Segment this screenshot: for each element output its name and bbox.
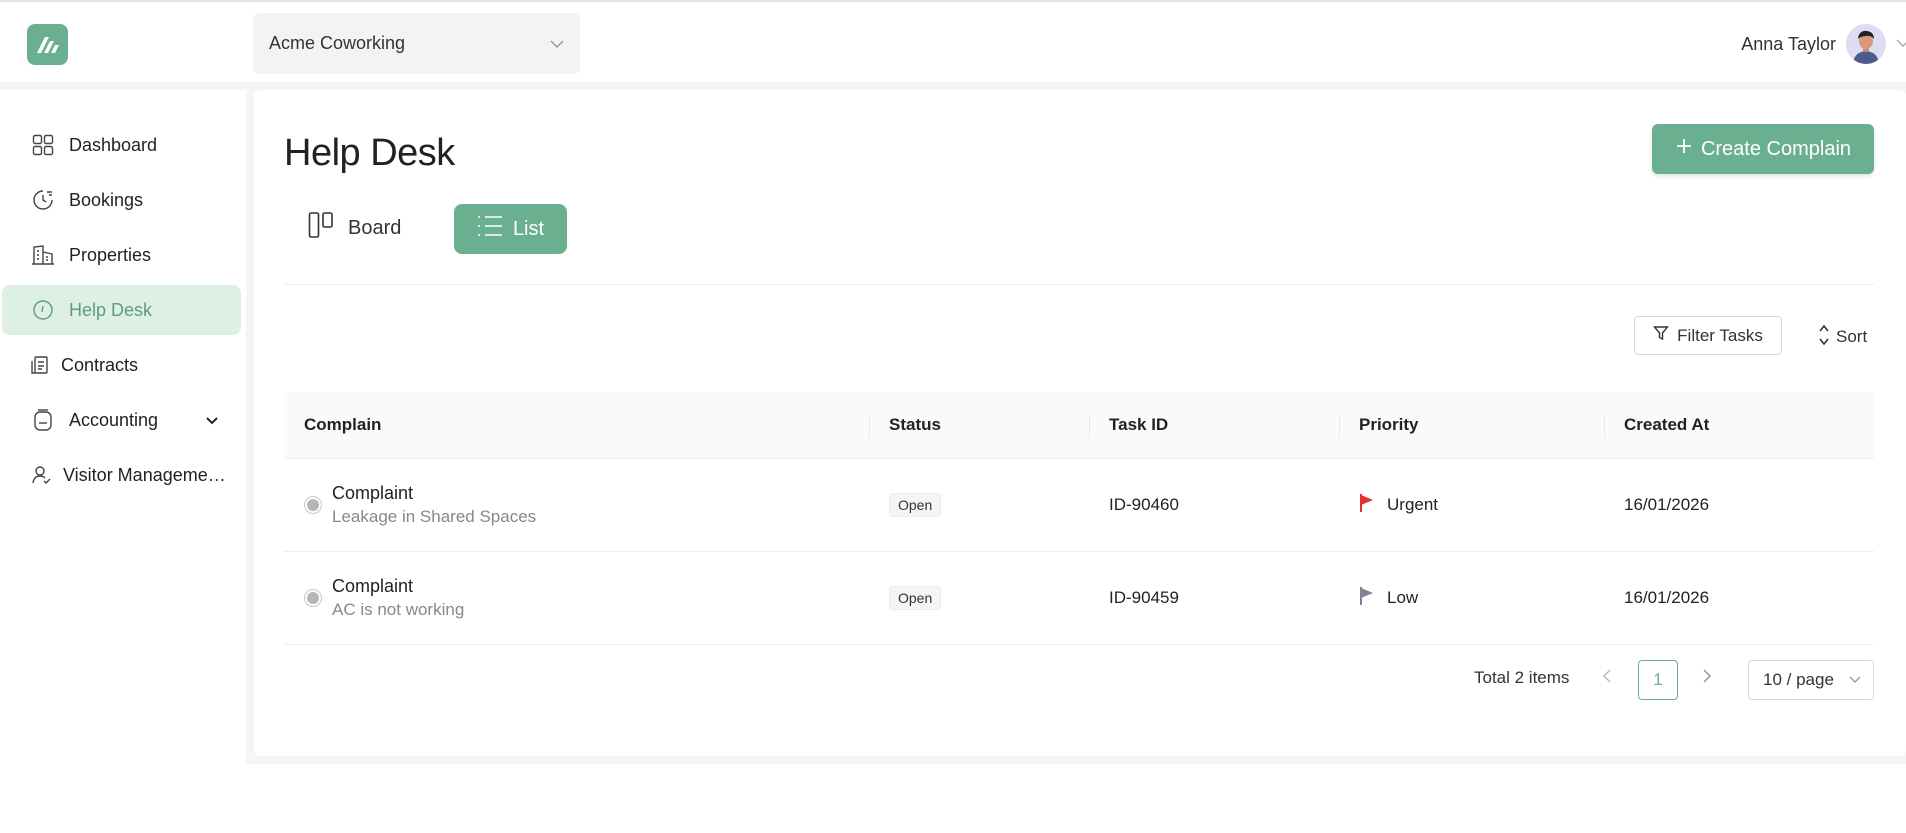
top-bar: Acme Coworking Anna Taylor [0,2,1906,82]
list-label: List [512,217,545,240]
avatar [1846,24,1886,64]
clock-icon [31,188,55,212]
list-icon [477,215,503,243]
sidebar-item-label: Contracts [61,354,139,375]
visitor-icon [31,463,51,487]
prev-page-icon[interactable] [1602,668,1612,689]
grid-icon [31,133,55,157]
created-at: 16/01/2026 [1624,588,1710,607]
divider [284,284,1874,285]
sidebar-item-visitor-management[interactable]: Visitor Manageme… [2,450,241,500]
app-logo[interactable] [27,24,68,65]
sidebar-item-label: Accounting [69,409,159,430]
sidebar-item-properties[interactable]: Properties [2,230,241,280]
complaint-subtitle: AC is not working [332,600,465,619]
chevron-down-icon [1849,673,1861,687]
chevron-down-icon[interactable] [205,410,219,431]
row-select-radio[interactable] [304,589,322,607]
column-header-created-at: Created At [1604,392,1874,458]
sort-button[interactable]: Sort [1818,324,1867,350]
sidebar-item-label: Properties [69,244,152,265]
page-size-label: 10 / page [1763,670,1834,689]
jar-icon [31,408,55,432]
page-size-select[interactable]: 10 / page [1748,660,1874,700]
user-name: Anna Taylor [1741,33,1836,54]
pagination: Total 2 items 1 10 / page [254,660,1874,700]
row-select-radio[interactable] [304,496,322,514]
workspace-select[interactable]: Acme Coworking [253,13,580,74]
list-view-toggle[interactable]: List [454,204,567,254]
sidebar-item-bookings[interactable]: Bookings [2,175,241,225]
priority-label: Low [1387,588,1419,607]
sidebar-item-dashboard[interactable]: Dashboard [2,120,241,170]
page-number-button[interactable]: 1 [1638,660,1678,700]
task-id: ID-90459 [1109,588,1179,607]
sidebar-item-contracts[interactable]: Contracts [2,340,241,390]
column-header-priority: Priority [1339,392,1604,458]
sidebar-item-label: Bookings [69,189,144,210]
board-view-toggle[interactable]: Board [308,212,401,244]
status-badge: Open [889,586,942,610]
task-id: ID-90460 [1109,495,1179,514]
flag-icon [1359,493,1375,518]
filter-icon [1653,325,1670,346]
column-header-status: Status [869,392,1089,458]
user-caret-icon [1896,37,1906,51]
table-row[interactable]: Complaint Leakage in Shared Spaces Open … [284,459,1874,552]
flag-icon [1359,586,1375,611]
sidebar-item-label: Dashboard [69,134,158,155]
status-badge: Open [889,493,942,517]
priority-label: Urgent [1387,495,1439,514]
total-items: Total 2 items [1474,668,1570,687]
page-title: Help Desk [284,132,455,174]
contract-icon [31,353,49,377]
plus-icon [1675,137,1693,161]
main-panel: Help Desk Create Complain Board List Fil… [254,90,1906,756]
column-header-complain: Complain [304,415,382,434]
workspace-name: Acme Coworking [269,33,406,53]
table-row[interactable]: Complaint AC is not working Open ID-9045… [284,552,1874,645]
sidebar-item-label: Help Desk [69,299,153,320]
complaints-table: Complain Status Task ID Priority Created… [284,392,1874,645]
sidebar-item-label: Visitor Manageme… [63,464,226,485]
create-complain-label: Create Complain [1700,137,1852,160]
buildings-icon [31,243,55,267]
table-header: Complain Status Task ID Priority Created… [284,392,1874,459]
sidebar-item-accounting[interactable]: Accounting [2,395,241,445]
create-complain-button[interactable]: Create Complain [1652,124,1874,174]
column-header-task-id: Task ID [1089,392,1339,458]
created-at: 16/01/2026 [1624,495,1710,514]
logo-icon [36,36,59,53]
complaint-subtitle: Leakage in Shared Spaces [332,507,537,526]
board-label: Board [348,216,402,239]
chevron-down-icon [550,36,564,52]
sidebar-item-help-desk[interactable]: Help Desk [2,285,241,335]
user-menu[interactable]: Anna Taylor [1741,22,1906,66]
filter-tasks-button[interactable]: Filter Tasks [1634,316,1782,355]
board-icon [308,211,334,245]
sort-label: Sort [1836,327,1868,346]
sidebar: Dashboard Bookings Properties Help Desk [0,90,246,764]
next-page-icon[interactable] [1702,668,1712,689]
help-clock-icon [31,298,55,322]
sort-icon [1818,323,1830,352]
complaint-title: Complaint [332,483,414,503]
complaint-title: Complaint [332,576,414,596]
filter-tasks-label: Filter Tasks [1677,325,1763,345]
